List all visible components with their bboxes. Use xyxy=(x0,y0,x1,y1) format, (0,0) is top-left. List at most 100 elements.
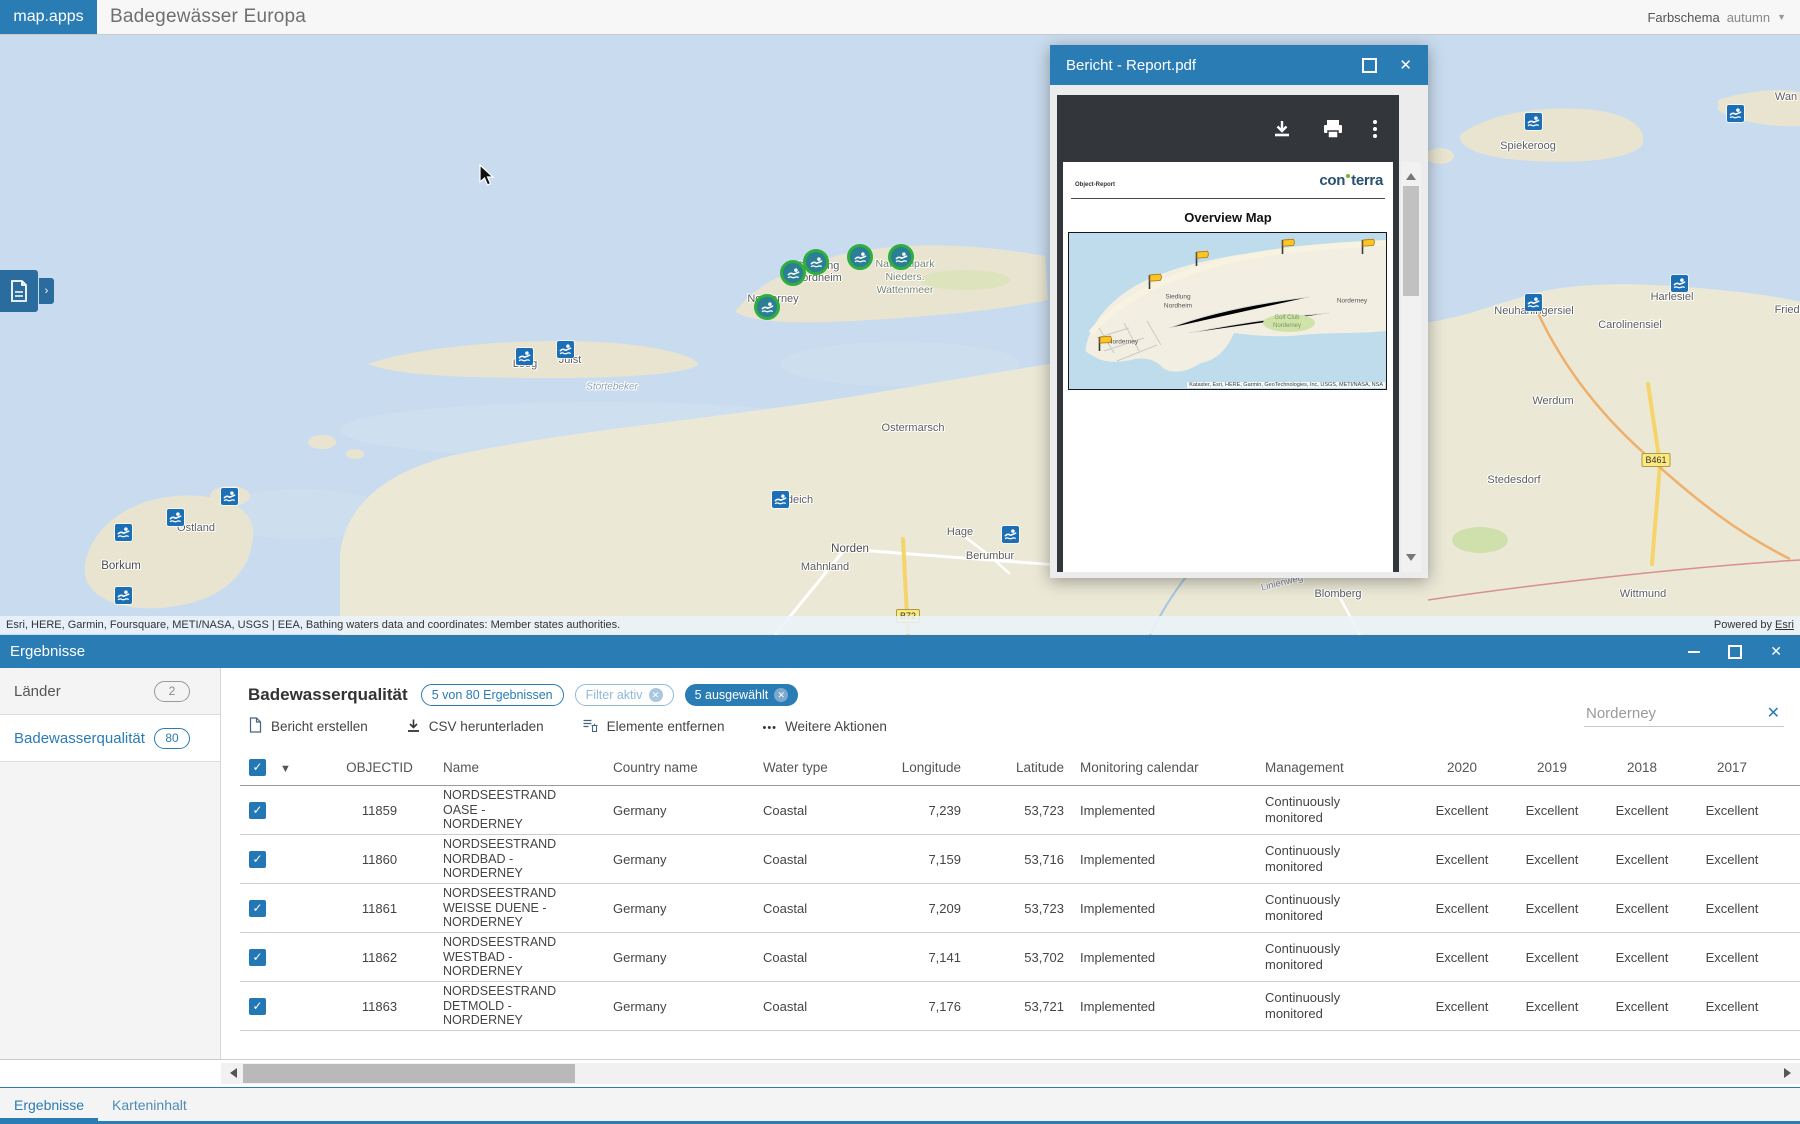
bathing-site-marker-selected[interactable] xyxy=(780,260,806,286)
column-header-objectid[interactable]: OBJECTID xyxy=(322,760,437,775)
swimmer-icon xyxy=(787,267,800,280)
bathing-site-marker[interactable] xyxy=(1002,526,1019,543)
more-icon[interactable] xyxy=(1373,120,1377,138)
row-select-cell[interactable]: ✓ xyxy=(240,949,276,966)
close-icon[interactable]: ✕ xyxy=(1770,643,1782,660)
column-header-2020[interactable]: 2020 xyxy=(1417,760,1507,775)
table-row[interactable]: ✓11859NORDSEESTRAND OASE - NORDERNEYGerm… xyxy=(240,786,1800,835)
row-checkbox[interactable]: ✓ xyxy=(249,802,266,819)
download-icon[interactable] xyxy=(1271,118,1293,140)
pill-5-ausgewählt[interactable]: 5 ausgewählt✕ xyxy=(685,684,799,706)
select-all-cell[interactable]: ✓ xyxy=(240,759,276,776)
tab-ergebnisse[interactable]: Ergebnisse xyxy=(0,1088,98,1121)
column-header-name[interactable]: Name xyxy=(437,760,607,775)
bathing-site-marker[interactable] xyxy=(557,341,574,358)
print-icon[interactable] xyxy=(1321,118,1345,140)
bathing-site-marker-selected[interactable] xyxy=(803,249,829,275)
theme-selector[interactable]: Farbschema autumn ▼ xyxy=(1647,10,1786,25)
pill-5-von-80-ergebnissen[interactable]: 5 von 80 Ergebnissen xyxy=(421,684,564,706)
row-checkbox[interactable]: ✓ xyxy=(249,851,266,868)
table-row[interactable]: ✓11862NORDSEESTRAND WESTBAD - NORDERNEYG… xyxy=(240,933,1800,982)
table-row[interactable]: ✓11861NORDSEESTRAND WEISSE DUENE - NORDE… xyxy=(240,884,1800,933)
column-header-management[interactable]: Management xyxy=(1257,760,1417,775)
table-row[interactable]: ✓11860NORDSEESTRAND NORDBAD - NORDERNEYG… xyxy=(240,835,1800,884)
map-tool-dock[interactable]: › xyxy=(0,270,54,312)
theme-value[interactable]: autumn xyxy=(1727,10,1770,25)
minimize-icon[interactable] xyxy=(1688,651,1700,653)
powered-by-esri[interactable]: Powered by Esri xyxy=(1714,619,1794,631)
dialog-titlebar[interactable]: Bericht - Report.pdf ✕ xyxy=(1050,45,1428,85)
column-header-2017[interactable]: 2017 xyxy=(1687,760,1777,775)
maximize-icon[interactable] xyxy=(1362,58,1377,73)
bathing-site-marker[interactable] xyxy=(772,491,789,508)
dismiss-icon[interactable]: ✕ xyxy=(774,688,788,702)
row-checkbox[interactable]: ✓ xyxy=(249,998,266,1015)
row-select-cell[interactable]: ✓ xyxy=(240,998,276,1015)
scroll-up-icon[interactable] xyxy=(1406,168,1416,180)
search-input[interactable]: Norderney ✕ xyxy=(1584,700,1784,727)
row-select-cell[interactable]: ✓ xyxy=(240,851,276,868)
scrollbar-thumb[interactable] xyxy=(243,1064,575,1083)
bathing-site-marker[interactable] xyxy=(167,509,184,526)
clear-search-icon[interactable]: ✕ xyxy=(1767,703,1780,723)
bathing-site-marker[interactable] xyxy=(115,587,132,604)
bathing-site-marker[interactable] xyxy=(1727,105,1744,122)
cell-water: Coastal xyxy=(757,950,872,965)
bathing-site-marker[interactable] xyxy=(1671,275,1688,292)
maximize-icon[interactable] xyxy=(1728,645,1742,659)
row-checkbox[interactable]: ✓ xyxy=(249,900,266,917)
bathing-site-marker[interactable] xyxy=(1525,294,1542,311)
scrollbar-thumb[interactable] xyxy=(1403,186,1419,296)
column-header-latitude[interactable]: Latitude xyxy=(977,760,1072,775)
column-header-longitude[interactable]: Longitude xyxy=(872,760,977,775)
scroll-left-icon[interactable] xyxy=(225,1068,237,1078)
bathing-site-marker-selected[interactable] xyxy=(847,244,873,270)
bathing-site-marker[interactable] xyxy=(221,488,238,505)
table-header-row: ✓ ▼ OBJECTIDNameCountry nameWater typeLong… xyxy=(240,749,1800,786)
column-header-monitoring-calendar[interactable]: Monitoring calendar xyxy=(1072,760,1257,775)
bathing-site-marker[interactable] xyxy=(516,348,533,365)
mapapps-logo[interactable]: map.apps xyxy=(0,0,97,34)
action-bericht-erstellen[interactable]: Bericht erstellen xyxy=(248,717,368,736)
flag-icon xyxy=(1194,250,1210,267)
column-header-2018[interactable]: 2018 xyxy=(1597,760,1687,775)
scroll-right-icon[interactable] xyxy=(1784,1068,1796,1078)
pdf-scrollbar[interactable] xyxy=(1401,162,1421,572)
close-icon[interactable]: ✕ xyxy=(1399,56,1412,74)
search-value[interactable]: Norderney xyxy=(1586,705,1656,722)
report-dialog[interactable]: Bericht - Report.pdf ✕ Object-Report con… xyxy=(1050,45,1428,578)
report-tool-button[interactable] xyxy=(0,270,38,312)
header-menu-cell[interactable]: ▼ xyxy=(276,760,322,775)
chevron-down-icon[interactable]: ▼ xyxy=(280,763,291,775)
panel-titlebar[interactable]: Ergebnisse ✕ xyxy=(0,635,1800,668)
bathing-site-marker-selected[interactable] xyxy=(888,244,914,270)
table-row[interactable]: ✓11863NORDSEESTRAND DETMOLD - NORDERNEYG… xyxy=(240,982,1800,1031)
bathing-site-marker-selected[interactable] xyxy=(754,294,780,320)
bathing-site-marker[interactable] xyxy=(115,524,132,541)
column-header-water-type[interactable]: Water type xyxy=(757,760,872,775)
column-header-2019[interactable]: 2019 xyxy=(1507,760,1597,775)
cell-management: Continuously monitored xyxy=(1257,941,1417,974)
map-canvas[interactable]: WanSpiekeroogHarlesielNeuharlingersielCa… xyxy=(0,34,1800,635)
esri-link[interactable]: Esri xyxy=(1775,619,1794,631)
sidebar-item-badewasserqualität[interactable]: Badewasserqualität80 xyxy=(0,715,220,762)
row-select-cell[interactable]: ✓ xyxy=(240,802,276,819)
cell-longitude: 7,209 xyxy=(872,901,977,916)
pill-filter-aktiv[interactable]: Filter aktiv✕ xyxy=(575,684,674,706)
scrollbar-track[interactable] xyxy=(221,1063,1800,1084)
dismiss-icon[interactable]: ✕ xyxy=(649,688,663,702)
action-weitere-aktionen[interactable]: •••Weitere Aktionen xyxy=(762,719,886,734)
scroll-down-icon[interactable] xyxy=(1406,554,1416,566)
tab-karteninhalt[interactable]: Karteninhalt xyxy=(98,1088,201,1121)
select-all-checkbox[interactable]: ✓ xyxy=(249,759,266,776)
action-elemente-entfernen[interactable]: Elemente entfernen xyxy=(582,718,725,736)
action-csv-herunterladen[interactable]: CSV herunterladen xyxy=(406,718,544,736)
column-header-country-name[interactable]: Country name xyxy=(607,760,757,775)
horizontal-scrollbar[interactable] xyxy=(0,1059,1800,1087)
bathing-site-marker[interactable] xyxy=(1525,113,1542,130)
row-checkbox[interactable]: ✓ xyxy=(249,949,266,966)
sidebar-item-länder[interactable]: Länder2 xyxy=(0,668,220,715)
expand-dock-chevron-icon[interactable]: › xyxy=(39,278,54,304)
chevron-down-icon[interactable]: ▼ xyxy=(1777,12,1786,22)
row-select-cell[interactable]: ✓ xyxy=(240,900,276,917)
